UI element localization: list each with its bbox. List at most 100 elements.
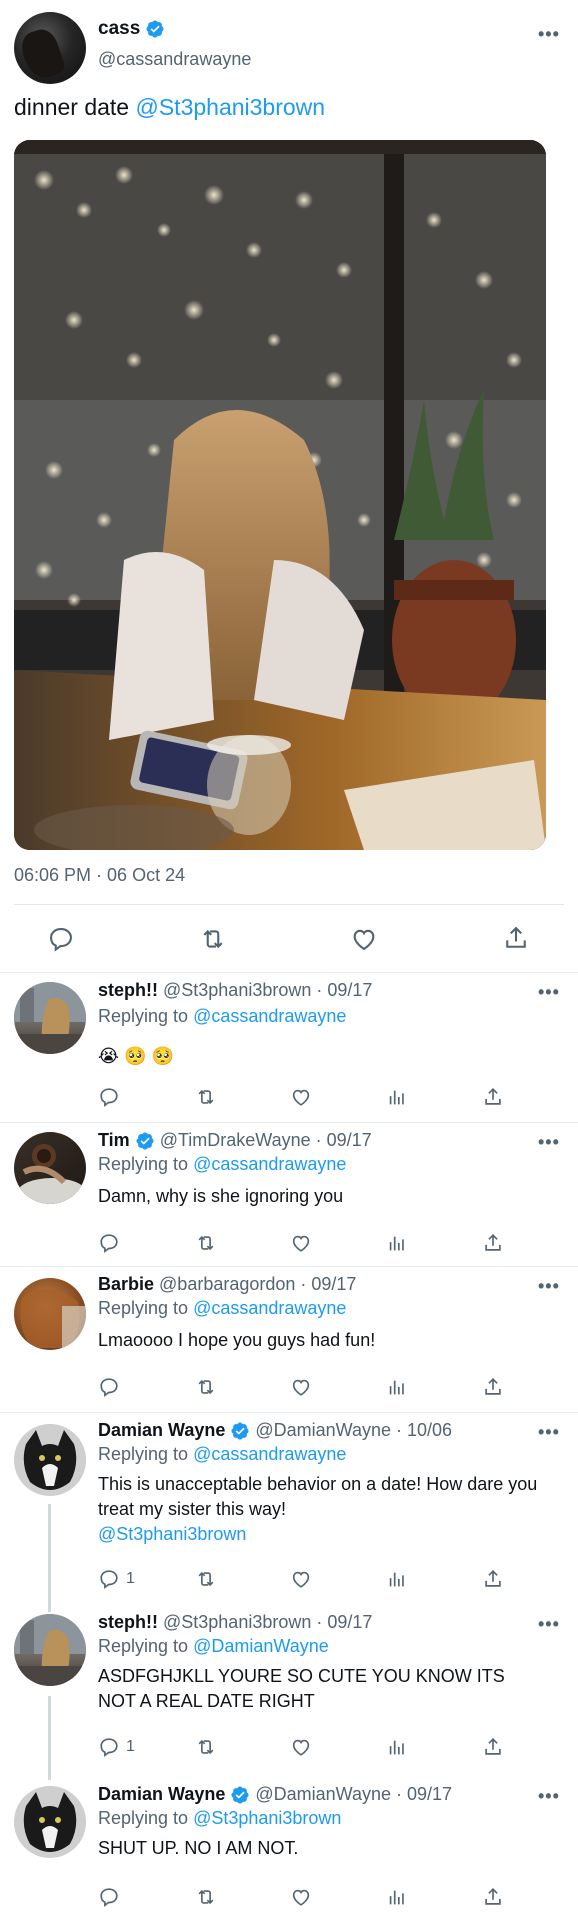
replying-to-prefix: Replying to <box>98 1006 189 1026</box>
retweet-button[interactable] <box>196 924 230 954</box>
reply-icon <box>100 1738 118 1757</box>
reply-text: 😭 🥺 🥺 <box>98 1046 174 1066</box>
avatar[interactable] <box>14 1424 86 1496</box>
reply-button[interactable]: 1 <box>98 1736 135 1758</box>
share-button[interactable] <box>482 1886 504 1908</box>
replying-to-mention[interactable]: @St3phani3brown <box>193 1808 341 1828</box>
author-handle[interactable]: @cassandrawayne <box>98 49 251 70</box>
tweet-photo[interactable] <box>14 140 546 850</box>
views-button[interactable] <box>386 1886 408 1908</box>
mention-link[interactable]: @St3phani3brown <box>98 1524 246 1544</box>
verified-badge-icon <box>231 1785 249 1804</box>
share-button[interactable] <box>500 922 532 954</box>
verified-badge-icon <box>136 1131 154 1150</box>
reply-author-handle[interactable]: @St3phani3brown · 09/17 <box>163 980 372 1001</box>
mention-link[interactable]: @St3phani3brown <box>135 94 325 120</box>
reply-author-handle[interactable]: @TimDrakeWayne · 09/17 <box>160 1130 372 1151</box>
replying-to-mention[interactable]: @cassandrawayne <box>193 1006 346 1026</box>
heart-icon <box>353 929 375 951</box>
like-button[interactable] <box>290 1736 312 1758</box>
retweet-icon <box>198 1739 214 1755</box>
avatar-photo-icon <box>14 1424 86 1496</box>
more-options-icon[interactable]: ••• <box>538 24 560 45</box>
replying-to-mention[interactable]: @cassandrawayne <box>193 1444 346 1464</box>
reply-author-name[interactable]: Tim <box>98 1130 130 1151</box>
reply-author-handle[interactable]: @DamianWayne · 10/06 <box>255 1420 452 1441</box>
author-name-text[interactable]: cass <box>98 18 140 40</box>
reply-author-name[interactable]: steph!! <box>98 1612 158 1633</box>
like-button[interactable] <box>290 1376 312 1398</box>
avatar-photo-icon <box>20 1288 86 1350</box>
more-options-icon[interactable]: ••• <box>538 1422 560 1443</box>
retweet-button[interactable] <box>194 1886 218 1908</box>
avatar[interactable] <box>14 1614 86 1686</box>
reply-icon <box>100 1234 118 1253</box>
retweet-icon <box>203 929 223 949</box>
reply-button[interactable]: 1 <box>98 1568 135 1590</box>
share-icon <box>485 1234 501 1251</box>
views-chart-icon <box>389 1890 404 1905</box>
like-button[interactable] <box>290 1568 312 1590</box>
share-button[interactable] <box>482 1232 504 1254</box>
share-button[interactable] <box>482 1086 504 1108</box>
reply-author-name[interactable]: Damian Wayne <box>98 1420 225 1441</box>
reply-button[interactable] <box>98 1086 126 1108</box>
reply-button[interactable] <box>98 1376 126 1398</box>
more-options-icon[interactable]: ••• <box>538 1132 560 1153</box>
tweet-timestamp[interactable]: 06:06 PM · 06 Oct 24 <box>14 865 185 886</box>
retweet-button[interactable] <box>194 1568 218 1590</box>
more-options-icon[interactable]: ••• <box>538 982 560 1003</box>
views-button[interactable] <box>386 1232 408 1254</box>
reply-button[interactable] <box>46 924 76 954</box>
views-button[interactable] <box>386 1086 408 1108</box>
reply-text: ASDFGHJKLL YOURE SO CUTE YOU KNOW ITS NO… <box>98 1666 505 1711</box>
author-name[interactable]: cass <box>98 18 165 40</box>
retweet-button[interactable] <box>194 1376 218 1398</box>
replying-to-mention[interactable]: @cassandrawayne <box>193 1298 346 1318</box>
share-button[interactable] <box>482 1376 504 1398</box>
retweet-button[interactable] <box>194 1086 218 1108</box>
views-button[interactable] <box>386 1568 408 1590</box>
avatar[interactable] <box>14 982 86 1054</box>
reply-button[interactable] <box>98 1886 126 1908</box>
reply-text: Damn, why is she ignoring you <box>98 1186 344 1206</box>
more-options-icon[interactable]: ••• <box>538 1614 560 1635</box>
avatar[interactable] <box>14 1786 86 1858</box>
reply-header: Tim @TimDrakeWayne · 09/17 <box>98 1130 372 1151</box>
views-button[interactable] <box>386 1376 408 1398</box>
replying-to: Replying to @DamianWayne <box>98 1636 329 1657</box>
reply-author-handle[interactable]: @DamianWayne · 09/17 <box>255 1784 452 1805</box>
like-button[interactable] <box>290 1232 312 1254</box>
replying-to-mention[interactable]: @cassandrawayne <box>193 1154 346 1174</box>
reply-author-name[interactable]: steph!! <box>98 980 158 1001</box>
avatar-photo-icon <box>14 1786 86 1858</box>
replying-to-mention[interactable]: @DamianWayne <box>193 1636 329 1656</box>
reply-text: Lmaoooo I hope you guys had fun! <box>98 1330 376 1350</box>
retweet-button[interactable] <box>194 1232 218 1254</box>
like-button[interactable] <box>290 1086 312 1108</box>
reply-author-handle[interactable]: @barbaragordon · 09/17 <box>159 1274 356 1295</box>
more-options-icon[interactable]: ••• <box>538 1786 560 1807</box>
reply-button[interactable] <box>98 1232 126 1254</box>
heart-icon <box>292 1089 310 1106</box>
more-options-icon[interactable]: ••• <box>538 1276 560 1297</box>
reply-author-handle[interactable]: @St3phani3brown · 09/17 <box>163 1612 372 1633</box>
reply-text-body: This is unacceptable behavior on a date!… <box>98 1474 538 1519</box>
retweet-button[interactable] <box>194 1736 218 1758</box>
replying-to: Replying to @cassandrawayne <box>98 1006 346 1027</box>
reply-author-name[interactable]: Damian Wayne <box>98 1784 225 1805</box>
like-button[interactable] <box>348 924 380 954</box>
share-button[interactable] <box>482 1736 504 1758</box>
avatar[interactable] <box>14 1132 86 1204</box>
views-button[interactable] <box>386 1736 408 1758</box>
reply-icon <box>100 1378 118 1397</box>
reply-text: SHUT UP. NO I AM NOT. <box>98 1838 299 1858</box>
avatar[interactable] <box>14 1278 86 1350</box>
like-button[interactable] <box>290 1886 312 1908</box>
reply-count: 1 <box>126 1738 135 1755</box>
reply-author-name[interactable]: Barbie <box>98 1274 154 1295</box>
share-button[interactable] <box>482 1568 504 1590</box>
replying-to: Replying to @cassandrawayne <box>98 1298 346 1319</box>
avatar[interactable] <box>14 12 86 84</box>
replying-to-prefix: Replying to <box>98 1298 189 1318</box>
